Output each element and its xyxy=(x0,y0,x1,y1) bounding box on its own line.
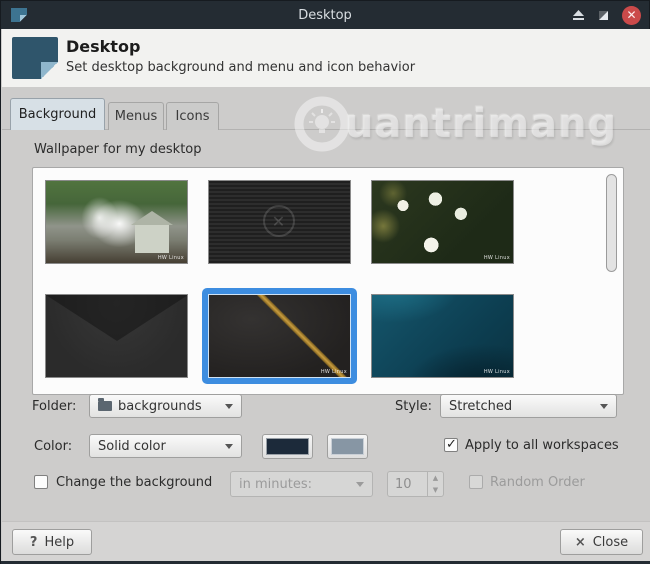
wallpaper-thumbnail-waterfall[interactable]: HW Linux xyxy=(45,180,188,264)
color-swatch-gray xyxy=(331,438,364,455)
wallpaper-thumbnail-flowers[interactable]: HW Linux xyxy=(371,180,514,264)
desktop-settings-window: Desktop ✕ Desktop Set desktop background… xyxy=(0,0,650,564)
dialog-title: Desktop xyxy=(66,37,140,56)
secondary-color-swatch-button[interactable] xyxy=(327,434,368,459)
wallpaper-section-label: Wallpaper for my desktop xyxy=(34,142,202,157)
xfce-logo-icon: ✕ xyxy=(263,205,295,237)
help-icon: ? xyxy=(30,535,38,550)
wallpaper-list[interactable]: HW Linux ✕ HW Linux HW Linux HW Linux xyxy=(32,167,624,395)
tab-menus[interactable]: Menus xyxy=(108,102,164,130)
apply-all-workspaces-checkbox[interactable] xyxy=(444,438,458,452)
folder-icon xyxy=(98,401,112,411)
folder-dropdown[interactable]: backgrounds xyxy=(89,394,242,418)
close-window-button[interactable]: ✕ xyxy=(622,6,641,25)
minutes-spinner[interactable]: 10 ▲ ▼ xyxy=(387,471,444,497)
style-label: Style: xyxy=(395,399,432,414)
close-button[interactable]: × Close xyxy=(560,529,643,555)
change-background-label: Change the background xyxy=(56,475,212,490)
window-title: Desktop xyxy=(1,8,649,23)
app-icon xyxy=(11,8,27,22)
tab-background[interactable]: Background xyxy=(10,98,105,130)
button-bar: ? Help × Close xyxy=(2,521,650,561)
wallpaper-thumbnail-envelope[interactable] xyxy=(45,294,188,378)
interval-dropdown[interactable]: in minutes: xyxy=(230,471,373,497)
shade-window-icon[interactable] xyxy=(572,9,585,21)
wallpaper-thumbnail-teal[interactable]: HW Linux xyxy=(371,294,514,378)
random-order-checkbox[interactable] xyxy=(469,475,483,489)
chevron-down-icon xyxy=(225,404,233,409)
close-icon: × xyxy=(575,535,586,550)
scrollbar-thumb[interactable] xyxy=(606,174,617,272)
selected-wallpaper-highlight: HW Linux xyxy=(202,288,357,384)
maximize-window-icon[interactable] xyxy=(599,11,608,20)
house-shape xyxy=(135,225,169,253)
desktop-icon xyxy=(12,37,58,79)
wallpaper-thumbnail-stripes[interactable]: ✕ xyxy=(208,180,351,264)
chevron-down-icon xyxy=(600,404,608,409)
content-area: Background Menus Icons Wallpaper for my … xyxy=(2,87,650,521)
chevron-down-icon xyxy=(225,444,233,449)
spinner-down-icon[interactable]: ▼ xyxy=(428,484,443,496)
dialog-subtitle: Set desktop background and menu and icon… xyxy=(66,60,415,75)
style-dropdown[interactable]: Stretched xyxy=(440,394,617,418)
apply-all-workspaces-label: Apply to all workspaces xyxy=(465,438,619,453)
wallpaper-thumbnail-gold-diagonal-selected[interactable]: HW Linux xyxy=(208,294,351,378)
titlebar[interactable]: Desktop ✕ xyxy=(1,1,649,29)
dialog-header: Desktop Set desktop background and menu … xyxy=(2,29,650,87)
tab-icons[interactable]: Icons xyxy=(166,102,219,130)
color-label: Color: xyxy=(34,439,72,454)
color-style-dropdown[interactable]: Solid color xyxy=(89,434,242,458)
spinner-up-icon[interactable]: ▲ xyxy=(428,472,443,484)
primary-color-swatch-button[interactable] xyxy=(262,434,313,459)
chevron-down-icon xyxy=(356,482,364,487)
help-button[interactable]: ? Help xyxy=(12,529,92,555)
change-background-checkbox[interactable] xyxy=(34,475,48,489)
folder-label: Folder: xyxy=(32,399,76,414)
color-swatch-dark-navy xyxy=(266,438,309,455)
random-order-label: Random Order xyxy=(490,475,585,490)
